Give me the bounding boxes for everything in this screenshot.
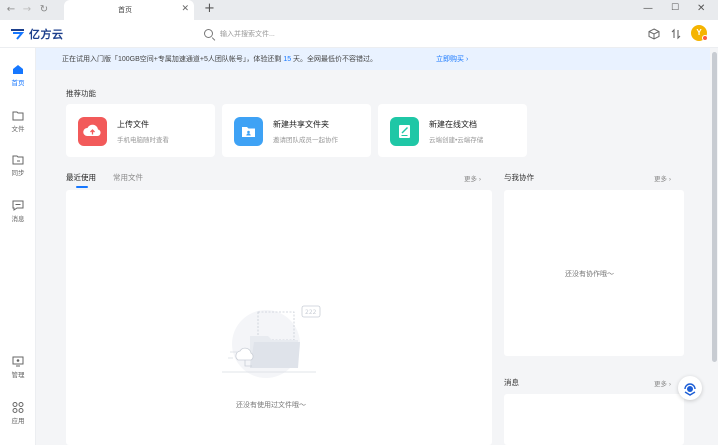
- tab-close-icon[interactable]: ✕: [181, 4, 189, 14]
- new-shared-folder-card[interactable]: 新建共享文件夹 邀请团队成员一起协作: [222, 104, 371, 157]
- more-label: 更多: [654, 176, 667, 183]
- collab-empty-text: 还没有协作哦～: [565, 271, 614, 278]
- folder-icon: [12, 110, 24, 121]
- apps-grid-icon: [12, 402, 24, 413]
- sidebar: 首页 文件 同步 消息 管理 应用: [0, 48, 36, 445]
- buy-now-label: 立即购买: [436, 56, 464, 63]
- recent-more-link[interactable]: 更多 ›: [464, 173, 481, 183]
- chevron-right-icon: ›: [478, 176, 481, 183]
- manage-icon: [12, 356, 24, 367]
- upload-file-card[interactable]: 上传文件 手机电脑随时查看: [66, 104, 215, 157]
- sidebar-item-label: 消息: [11, 216, 25, 223]
- trial-days-remaining: 15: [283, 56, 292, 63]
- browser-tab-strip: ← → ↻ 首页 ✕ + — ☐ ✕: [0, 0, 718, 20]
- shared-folder-icon: [234, 117, 263, 146]
- sidebar-item-label: 应用: [11, 418, 25, 425]
- collab-more-link[interactable]: 更多 ›: [654, 173, 671, 183]
- chevron-right-icon: ›: [465, 56, 469, 63]
- sync-folder-icon: [12, 154, 24, 165]
- messages-more-link[interactable]: 更多 ›: [654, 378, 671, 388]
- minimize-icon[interactable]: —: [643, 3, 653, 14]
- sidebar-item-apps[interactable]: 应用: [0, 402, 36, 432]
- sidebar-item-label: 同步: [11, 170, 25, 177]
- new-tab-icon[interactable]: +: [204, 1, 215, 16]
- card-title: 上传文件: [117, 120, 149, 129]
- sidebar-item-label: 首页: [11, 80, 25, 87]
- window-close-icon[interactable]: ✕: [697, 3, 705, 14]
- sidebar-item-home[interactable]: 首页: [0, 64, 36, 94]
- card-title: 新建在线文档: [429, 120, 477, 129]
- recent-files-panel: 222 还没有使用过文件哦～: [66, 190, 492, 445]
- trial-banner: 正在试用入门版「100GB空间+专属加速通道+5人团队帐号」，体验还剩 15 天…: [36, 48, 710, 70]
- banner-text-part: 天。全网最低价不容错过。: [291, 56, 378, 63]
- logo-text: 亿方云: [29, 29, 64, 41]
- search-bar[interactable]: [200, 27, 500, 41]
- new-online-doc-card[interactable]: 新建在线文档 云端创建•云端存储: [378, 104, 527, 157]
- sidebar-item-label: 管理: [11, 372, 25, 379]
- reload-icon[interactable]: ↻: [36, 2, 52, 18]
- tab-frequent[interactable]: 常用文件: [113, 172, 143, 183]
- customer-service-button[interactable]: [678, 376, 702, 400]
- notification-dot: [702, 35, 708, 41]
- search-input[interactable]: [220, 27, 480, 41]
- sidebar-item-label: 文件: [11, 126, 25, 133]
- empty-folder-illustration: 222: [216, 302, 326, 382]
- recommend-title: 推荐功能: [66, 89, 96, 98]
- svg-text:222: 222: [305, 309, 317, 316]
- online-doc-icon: [390, 117, 419, 146]
- banner-text-part: 正在试用入门版「100GB空间+专属加速通道+5人团队帐号」，体验还剩: [62, 56, 284, 63]
- active-tab-indicator: [76, 186, 88, 188]
- sidebar-item-manage[interactable]: 管理: [0, 356, 36, 386]
- card-title: 新建共享文件夹: [273, 120, 329, 129]
- forward-arrow-icon[interactable]: →: [19, 2, 35, 18]
- scrollbar-thumb[interactable]: [712, 52, 717, 362]
- card-subtitle: 手机电脑随时查看: [117, 137, 169, 144]
- messages-panel: [504, 394, 684, 445]
- sidebar-item-messages[interactable]: 消息: [0, 200, 36, 230]
- chevron-right-icon: ›: [668, 176, 671, 183]
- tab-home[interactable]: 首页 ✕: [64, 0, 194, 20]
- customer-service-icon: [684, 383, 696, 396]
- upload-cloud-icon: [78, 117, 107, 146]
- collab-panel: 还没有协作哦～: [504, 190, 684, 356]
- card-subtitle: 邀请团队成员一起协作: [273, 137, 338, 144]
- recent-empty-text: 还没有使用过文件哦～: [236, 402, 306, 409]
- chevron-right-icon: ›: [668, 381, 671, 388]
- more-label: 更多: [654, 381, 667, 388]
- buy-now-link[interactable]: 立即购买 ›: [436, 54, 468, 64]
- back-arrow-icon[interactable]: ←: [3, 2, 19, 18]
- collab-title: 与我协作: [504, 173, 534, 182]
- maximize-icon[interactable]: ☐: [671, 3, 679, 13]
- message-icon: [12, 200, 24, 211]
- card-subtitle: 云端创建•云端存储: [429, 137, 484, 144]
- transfer-icon[interactable]: [670, 28, 682, 40]
- package-icon[interactable]: [648, 28, 660, 40]
- search-icon: [204, 29, 213, 38]
- logo[interactable]: 亿方云: [9, 26, 64, 42]
- tab-recent[interactable]: 最近使用: [66, 172, 96, 183]
- app-header: 亿方云 Y: [0, 20, 718, 48]
- messages-title: 消息: [504, 378, 519, 387]
- home-icon: [12, 64, 24, 75]
- more-label: 更多: [464, 176, 477, 183]
- sidebar-item-sync[interactable]: 同步: [0, 154, 36, 184]
- trial-banner-text: 正在试用入门版「100GB空间+专属加速通道+5人团队帐号」，体验还剩 15 天…: [62, 54, 377, 64]
- logo-cloud-icon: [9, 27, 27, 41]
- tab-title: 首页: [118, 7, 132, 14]
- sidebar-item-files[interactable]: 文件: [0, 110, 36, 140]
